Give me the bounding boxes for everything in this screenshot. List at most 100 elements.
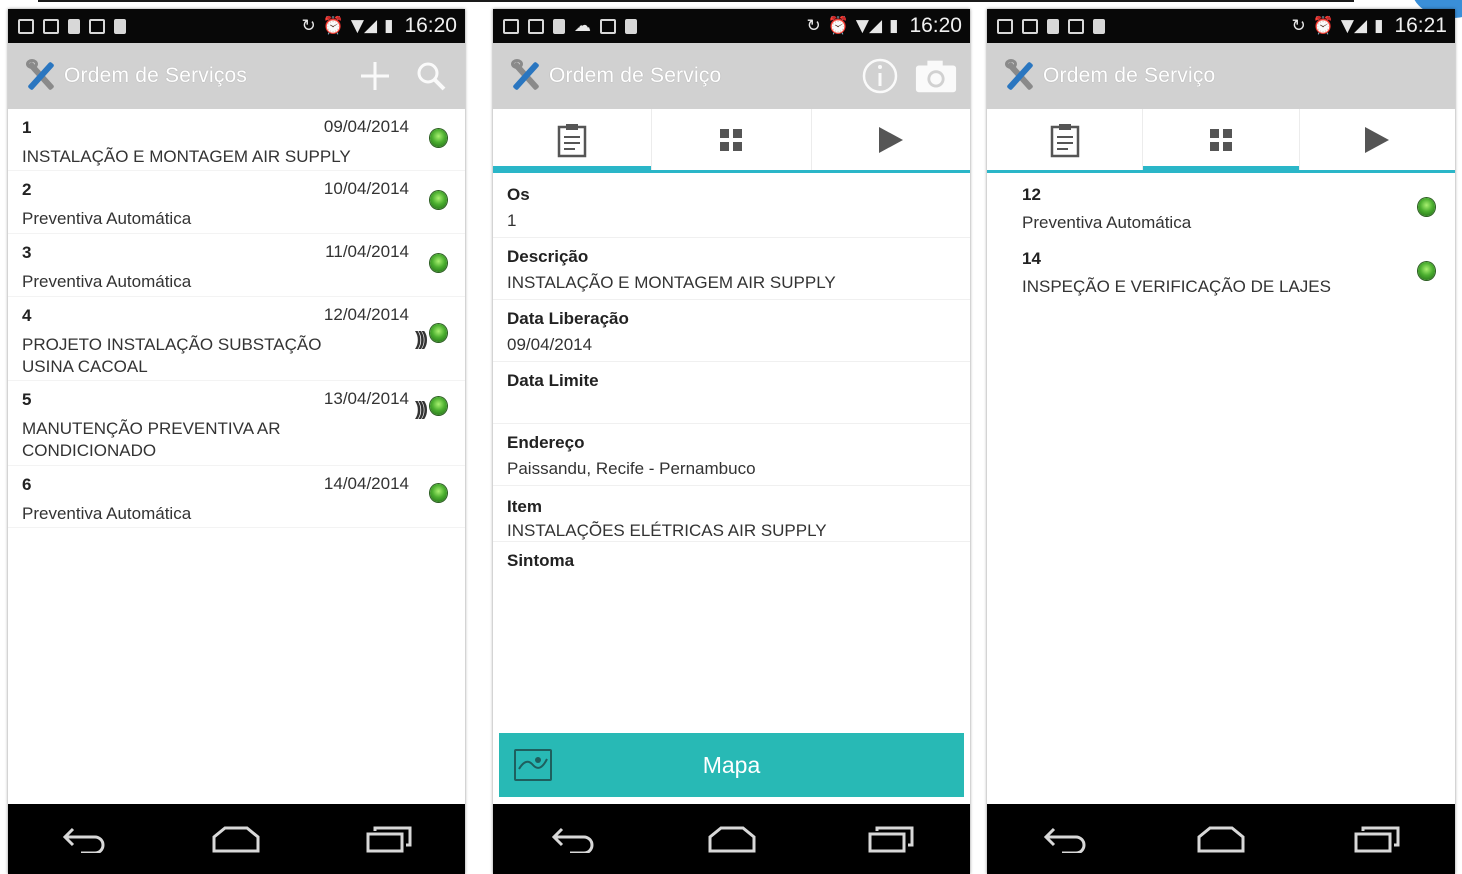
green-led-icon	[430, 254, 447, 272]
navigation-bar	[493, 804, 970, 874]
sim-notification-icon	[114, 18, 126, 34]
sub-order-list: 12 Preventiva Automática 14 INSPEÇÃO E V…	[987, 176, 1455, 304]
list-item[interactable]: 1 09/04/2014 INSTALAÇÃO E MONTAGEM AIR S…	[8, 109, 465, 171]
tab-play[interactable]	[812, 109, 970, 170]
list-item[interactable]: 2 10/04/2014 Preventiva Automática	[8, 171, 465, 234]
field-label: Data Limite	[507, 371, 599, 390]
order-description: INSTALAÇÃO E MONTAGEM AIR SUPPLY	[22, 147, 351, 166]
app-tools-icon[interactable]	[1001, 57, 1039, 95]
tab-bar	[493, 109, 970, 173]
field-os: Os 1	[493, 176, 970, 238]
green-led-icon	[430, 129, 447, 147]
clipboard-icon	[557, 123, 587, 157]
navigation-bar	[987, 804, 1455, 874]
order-description: Preventiva Automática	[22, 209, 192, 228]
action-bar: Ordem de Serviço	[493, 43, 970, 109]
tab-grid[interactable]	[1143, 109, 1300, 173]
order-description: Preventiva Automática	[22, 272, 192, 291]
battery-icon: ▮	[384, 16, 394, 36]
nfc-signal-icon: )))	[415, 329, 428, 350]
wifi-signal-icon: ▼◢	[855, 16, 883, 36]
order-date: 12/04/2014	[323, 305, 409, 324]
search-icon[interactable]	[409, 54, 453, 98]
phone-order-list: ↻ ⏰ ▼◢ ▮ 16:20 Ordem de Serviços 1 09/04…	[8, 9, 465, 874]
image-notification-icon	[1022, 18, 1038, 34]
field-value[interactable]: Paissandu, Recife - Pernambuco	[507, 456, 970, 482]
field-value[interactable]	[507, 574, 970, 600]
status-time: 16:20	[404, 14, 457, 37]
back-icon[interactable]	[543, 819, 603, 859]
list-item[interactable]: 4 12/04/2014 PROJETO INSTALAÇÃO SUBSTAÇÃ…	[8, 297, 465, 381]
grid-icon	[720, 128, 743, 151]
sim-notification-icon	[1047, 18, 1059, 34]
back-icon[interactable]	[54, 819, 114, 859]
field-value[interactable]: 1	[507, 208, 970, 234]
field-descricao: Descrição INSTALAÇÃO E MONTAGEM AIR SUPP…	[493, 238, 970, 300]
phone-order-grid: ↻ ⏰ ▼◢ ▮ 16:21 Ordem de Serviço 12 Preve…	[987, 9, 1455, 874]
status-time: 16:20	[909, 14, 962, 37]
tab-details[interactable]	[987, 109, 1144, 170]
camera-icon[interactable]	[914, 54, 958, 98]
order-detail: Os 1 Descrição INSTALAÇÃO E MONTAGEM AIR…	[493, 176, 970, 604]
order-description: Preventiva Automática	[22, 504, 192, 523]
order-number: 12	[1022, 185, 1041, 204]
list-item[interactable]: 14 INSPEÇÃO E VERIFICAÇÃO DE LAJES	[987, 240, 1455, 304]
field-label: Sintoma	[507, 551, 575, 570]
battery-icon: ▮	[889, 16, 899, 36]
green-led-icon	[1418, 198, 1435, 216]
top-rule	[38, 0, 1354, 2]
order-description: MANUTENÇÃO PREVENTIVA AR CONDICIONADO	[22, 419, 281, 460]
field-value[interactable]: INSTALAÇÕES ELÉTRICAS AIR SUPPLY	[507, 518, 970, 544]
green-led-icon	[430, 484, 447, 502]
field-value[interactable]: 09/04/2014	[507, 332, 970, 358]
phone-order-detail: ☁ ↻ ⏰ ▼◢ ▮ 16:20 Ordem de Serviço Os 1 D…	[493, 9, 970, 874]
field-value[interactable]: INSTALAÇÃO E MONTAGEM AIR SUPPLY	[507, 270, 970, 296]
order-date: 11/04/2014	[325, 242, 409, 261]
play-icon	[878, 126, 903, 153]
app-title: Ordem de Serviço	[549, 64, 722, 87]
tab-grid[interactable]	[652, 109, 812, 170]
alarm-icon: ⏰	[322, 16, 344, 36]
list-item[interactable]: 3 11/04/2014 Preventiva Automática	[8, 234, 465, 297]
map-button-label: Mapa	[702, 751, 761, 778]
list-item[interactable]: 12 Preventiva Automática	[987, 176, 1455, 240]
green-led-icon	[430, 397, 447, 415]
image-notification-icon	[528, 18, 544, 34]
field-value[interactable]	[507, 394, 970, 420]
grid-icon	[1209, 128, 1232, 151]
recent-apps-icon[interactable]	[861, 819, 921, 859]
map-icon	[514, 749, 552, 781]
field-label: Item	[507, 497, 542, 516]
tab-details[interactable]	[493, 109, 653, 173]
image-notification-icon	[43, 18, 59, 34]
bag-notification-icon	[89, 18, 105, 34]
order-description: PROJETO INSTALAÇÃO SUBSTAÇÃO USINA CACOA…	[22, 335, 322, 376]
action-bar: Ordem de Serviços	[8, 43, 465, 109]
list-item[interactable]: 5 13/04/2014 MANUTENÇÃO PREVENTIVA AR CO…	[8, 381, 465, 466]
back-icon[interactable]	[1035, 819, 1095, 859]
status-bar: ↻ ⏰ ▼◢ ▮ 16:20	[8, 9, 465, 43]
app-tools-icon[interactable]	[507, 57, 545, 95]
rotation-icon: ↻	[806, 16, 821, 36]
nfc-signal-icon: )))	[415, 399, 428, 420]
list-item[interactable]: 6 14/04/2014 Preventiva Automática	[8, 466, 465, 528]
screenshot-notification-icon	[503, 18, 519, 34]
app-title: Ordem de Serviço	[1043, 64, 1216, 87]
recent-apps-icon[interactable]	[359, 819, 419, 859]
field-label: Os	[507, 185, 530, 204]
field-sintoma: Sintoma	[493, 542, 970, 604]
order-date: 09/04/2014	[323, 117, 409, 136]
home-icon[interactable]	[702, 819, 762, 859]
field-label: Data Liberação	[507, 309, 629, 328]
app-title: Ordem de Serviços	[64, 64, 248, 87]
add-icon[interactable]	[353, 54, 397, 98]
recent-apps-icon[interactable]	[1347, 819, 1407, 859]
map-button[interactable]: Mapa	[499, 733, 964, 797]
home-icon[interactable]	[1191, 819, 1251, 859]
screenshot-notification-icon	[997, 18, 1013, 34]
tab-play[interactable]	[1300, 109, 1455, 170]
home-icon[interactable]	[206, 819, 266, 859]
info-icon[interactable]	[858, 54, 902, 98]
order-date: 13/04/2014	[323, 389, 409, 408]
app-tools-icon[interactable]	[22, 57, 60, 95]
